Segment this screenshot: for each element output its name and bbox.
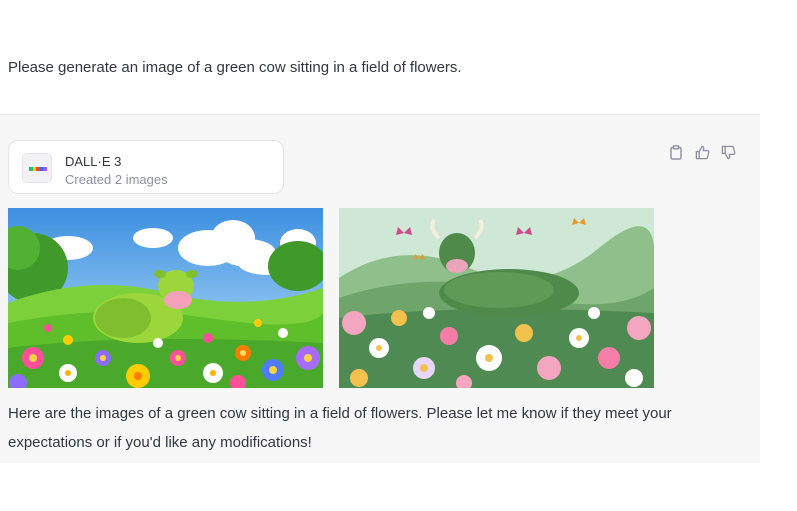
generated-image-1[interactable] (8, 208, 323, 388)
user-message: Please generate an image of a green cow … (0, 0, 760, 114)
dalle-color-bar (29, 167, 47, 171)
assistant-message: DALL·E 3 Created 2 images Here are the i… (0, 115, 760, 463)
dalle-logo-icon (22, 153, 52, 183)
tool-status: Created 2 images (65, 172, 168, 187)
tool-name: DALL·E 3 (65, 154, 122, 169)
assistant-reply-text: Here are the images of a green cow sitti… (8, 405, 672, 451)
thumbs-up-icon[interactable] (692, 142, 712, 162)
user-message-text: Please generate an image of a green cow … (8, 59, 462, 76)
clipboard-icon[interactable] (666, 142, 686, 162)
message-actions (666, 142, 738, 162)
thumbs-down-icon[interactable] (718, 142, 738, 162)
generated-image-2[interactable] (339, 208, 654, 388)
dalle-tool-card[interactable]: DALL·E 3 Created 2 images (8, 140, 284, 194)
